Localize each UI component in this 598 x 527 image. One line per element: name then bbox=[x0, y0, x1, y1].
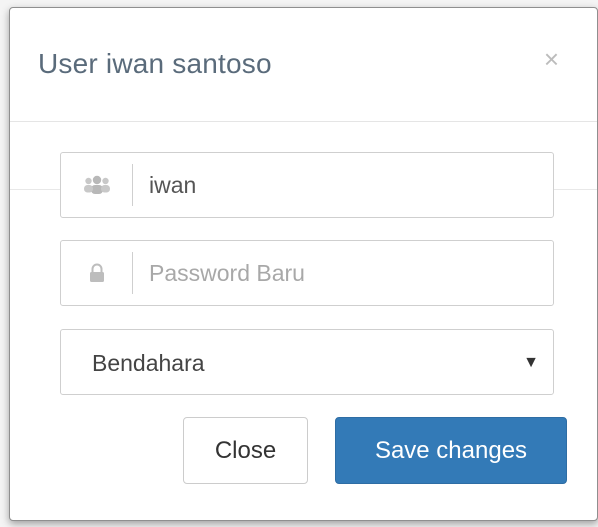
role-select[interactable]: Bendahara ▼ bbox=[60, 329, 554, 395]
users-icon bbox=[83, 175, 110, 194]
password-addon bbox=[61, 252, 133, 294]
close-button[interactable]: Close bbox=[183, 417, 308, 484]
username-input-group bbox=[60, 152, 554, 218]
page-backdrop: User iwan santoso × iwan Bendahara ▼ Clo… bbox=[0, 0, 598, 527]
username-field[interactable] bbox=[133, 153, 553, 217]
modal-header: User iwan santoso × bbox=[10, 8, 597, 122]
password-input-group bbox=[60, 240, 554, 306]
edit-user-modal: User iwan santoso × iwan Bendahara ▼ Clo… bbox=[9, 7, 598, 521]
role-selected-value: Bendahara bbox=[92, 350, 205, 376]
chevron-down-icon: ▼ bbox=[523, 354, 539, 371]
save-changes-button[interactable]: Save changes bbox=[335, 417, 567, 484]
close-icon[interactable]: × bbox=[544, 46, 559, 72]
username-addon bbox=[61, 164, 133, 206]
lock-icon bbox=[89, 263, 104, 282]
password-field[interactable] bbox=[133, 241, 553, 305]
modal-title: User iwan santoso bbox=[38, 48, 272, 79]
